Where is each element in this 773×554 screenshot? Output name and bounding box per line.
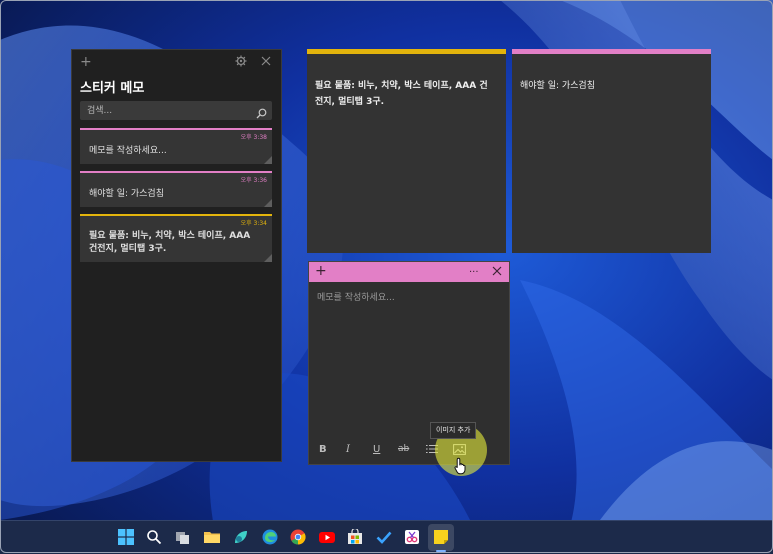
sticky-notes-icon [434, 530, 448, 544]
add-image-tooltip: 이미지 추가 [430, 422, 477, 439]
note-color-strip [512, 49, 711, 54]
note-timestamp: 오후 3:38 [240, 134, 267, 141]
bold-button[interactable]: B [319, 444, 327, 455]
search-input[interactable] [80, 101, 250, 120]
note-card-todo[interactable]: 오후 3:36 해야할 일: 가스검침 [80, 171, 272, 207]
yellow-sticky-note[interactable]: 필요 물품: 비누, 치약, 박스 테이프, AAA 건 전지, 멀티탭 3구. [307, 49, 506, 253]
note-text-line2: 전지, 멀티탭 3구. [315, 97, 385, 107]
italic-button[interactable]: I [346, 444, 350, 455]
hand-cursor-icon [454, 457, 466, 475]
close-icon[interactable] [261, 55, 271, 69]
sticky-notes-list-window: + 스티커 메모 오후 3:38 메모를 작성하세요... 오후 3:36 해야… [71, 49, 282, 462]
note-timestamp: 오후 3:34 [240, 220, 267, 227]
search-icon[interactable] [146, 529, 162, 545]
note-card-shopping[interactable]: 오후 3:34 필요 물품: 비누, 치약, 박스 테이프, AAA 건전지, … [80, 214, 272, 262]
search-box [80, 101, 272, 120]
note-text-area[interactable]: 메모를 작성하세요... [317, 290, 395, 303]
list-window-titlebar: + [72, 50, 281, 76]
store-icon[interactable] [347, 529, 363, 545]
note-text: 해야할 일: 가스검침 [520, 81, 595, 91]
underline-button[interactable]: U [373, 444, 380, 455]
more-options-icon[interactable]: ··· [469, 266, 479, 279]
note-text-line1: 필요 물품: 비누, 치약, 박스 테이프, AAA 건 [315, 81, 488, 91]
list-window-title: 스티커 메모 [80, 81, 145, 96]
taskbar [0, 520, 773, 554]
file-explorer-icon[interactable] [204, 529, 220, 545]
note-preview-line1: 필요 물품: 비누, 치약, 박스 테이프, AAA [89, 231, 251, 241]
task-view-icon[interactable] [175, 529, 191, 545]
note-fold-corner [264, 156, 272, 164]
note-card-empty[interactable]: 오후 3:38 메모를 작성하세요... [80, 128, 272, 164]
todo-icon[interactable] [376, 529, 392, 545]
note-timestamp: 오후 3:36 [240, 177, 267, 184]
note-preview-line2: 건전지, 멀티탭 3구. [89, 244, 167, 254]
note-preview: 해야할 일: 가스검침 [89, 189, 164, 199]
youtube-icon[interactable] [319, 529, 335, 545]
active-app-indicator [436, 550, 446, 552]
note-fold-corner [264, 199, 272, 207]
chrome-icon[interactable] [290, 529, 306, 545]
windows-start-icon[interactable] [118, 529, 134, 545]
note-preview: 메모를 작성하세요... [89, 146, 167, 156]
note-header: + ··· [309, 262, 509, 282]
new-note-icon[interactable]: + [80, 55, 92, 69]
pink-sticky-note[interactable]: 해야할 일: 가스검침 [512, 49, 711, 253]
edge-icon[interactable] [262, 529, 278, 545]
snipping-tool-icon[interactable] [404, 529, 420, 545]
add-note-icon[interactable]: + [315, 264, 327, 278]
settings-gear-icon[interactable] [235, 55, 247, 70]
strikethrough-button[interactable]: ab [398, 444, 409, 454]
search-icon[interactable] [256, 104, 267, 123]
close-icon[interactable] [492, 266, 502, 279]
widgets-icon[interactable] [233, 529, 249, 545]
note-fold-corner [264, 254, 272, 262]
note-color-strip [307, 49, 506, 54]
